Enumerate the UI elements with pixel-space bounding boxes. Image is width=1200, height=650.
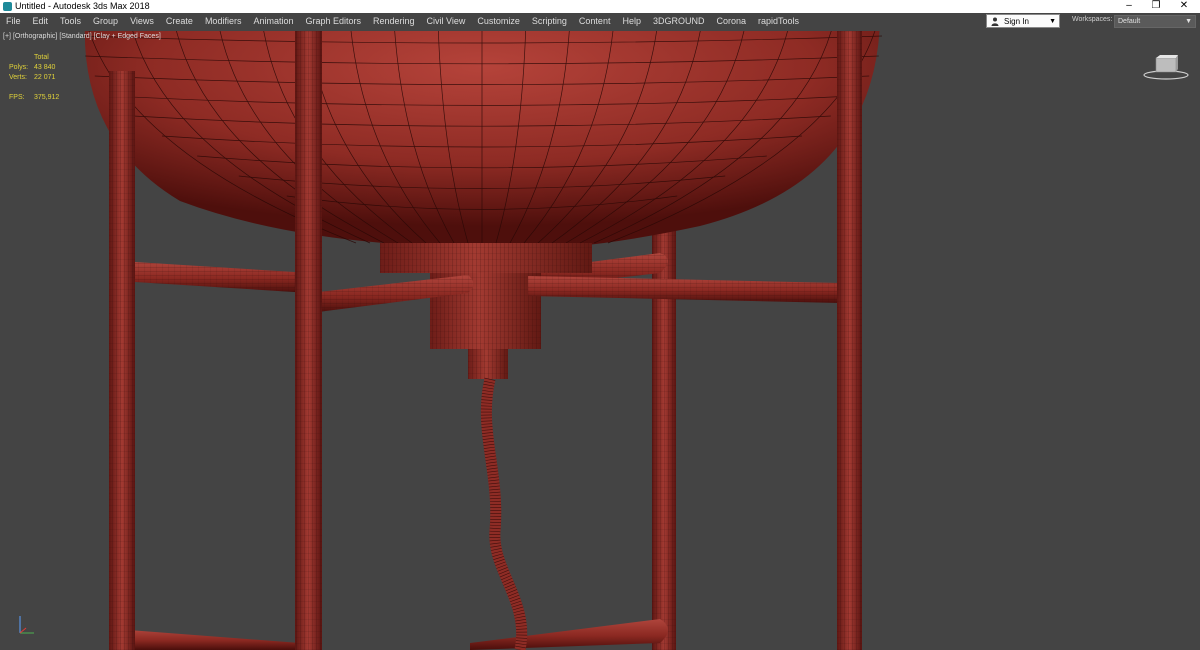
menu-civil-view[interactable]: Civil View: [421, 13, 472, 30]
viewcube-icon[interactable]: [1143, 55, 1189, 80]
minimize-button[interactable]: –: [1116, 0, 1142, 13]
power-cord: [480, 377, 528, 650]
workspaces-label: Workspaces:: [1072, 16, 1113, 23]
viewport-plus-menu[interactable]: [+]: [3, 33, 11, 40]
menu-scripting[interactable]: Scripting: [526, 13, 573, 30]
menu-file[interactable]: File: [0, 13, 27, 30]
chevron-down-icon: ▼: [1049, 18, 1056, 25]
verts-value: 22 071: [34, 74, 56, 81]
front-left-leg: [109, 71, 135, 650]
menu-create[interactable]: Create: [160, 13, 199, 30]
menu-edit[interactable]: Edit: [27, 13, 55, 30]
menu-rendering[interactable]: Rendering: [367, 13, 421, 30]
menu-help[interactable]: Help: [616, 13, 647, 30]
perspective-viewport[interactable]: [+] [Orthographic] [Standard] [Clay + Edged…: [0, 31, 1200, 650]
polys-value: 43 840: [34, 64, 56, 71]
user-icon: [991, 17, 999, 26]
chevron-down-icon: ▼: [1185, 18, 1192, 25]
menu-bar: File Edit Tools Group Views Create Modifiers An…: [0, 13, 1200, 30]
menu-items: File Edit Tools Group Views Create Modifiers An…: [0, 13, 805, 30]
menu-corona[interactable]: Corona: [710, 13, 752, 30]
menu-tools[interactable]: Tools: [54, 13, 87, 30]
front-center-leg: [295, 31, 322, 650]
stats-total-label: Total: [34, 54, 49, 61]
polys-label: Polys:: [9, 64, 29, 71]
app-icon: [3, 2, 12, 11]
workspaces-value: Default: [1118, 18, 1141, 25]
menu-graph-editors[interactable]: Graph Editors: [299, 13, 367, 30]
viewport-point-of-view-menu[interactable]: [Orthographic]: [13, 33, 57, 40]
verts-label: Verts:: [9, 74, 27, 81]
menu-modifiers[interactable]: Modifiers: [199, 13, 248, 30]
fps-value: 375,912: [34, 94, 60, 101]
workspaces-select[interactable]: Default ▼: [1114, 15, 1196, 28]
axis-tripod-icon: [19, 616, 34, 634]
menu-customize[interactable]: Customize: [471, 13, 526, 30]
menu-animation[interactable]: Animation: [247, 13, 299, 30]
menu-3dground[interactable]: 3DGROUND: [647, 13, 711, 30]
viewport-standard-menu[interactable]: [Standard]: [59, 33, 91, 40]
sphere-body: [81, 31, 883, 250]
front-right-leg: [837, 31, 862, 650]
title-bar: Untitled - Autodesk 3ds Max 2018 – ❐ ✕: [0, 0, 1200, 13]
sign-in-dropdown[interactable]: Sign In ▼: [986, 14, 1060, 28]
sign-in-label: Sign In: [1004, 17, 1029, 26]
viewport-shading-menu[interactable]: [Clay + Edged Faces]: [94, 33, 161, 40]
scene-render: [19, 31, 1189, 650]
menu-group[interactable]: Group: [87, 13, 124, 30]
restore-button[interactable]: ❐: [1143, 0, 1169, 13]
menu-content[interactable]: Content: [573, 13, 617, 30]
fps-label: FPS:: [9, 94, 25, 101]
menu-views[interactable]: Views: [124, 13, 160, 30]
menu-rapidtools[interactable]: rapidTools: [752, 13, 805, 30]
neck-assembly: [380, 243, 592, 379]
viewport-label-menu: [+] [Orthographic] [Standard] [Clay + Edged…: [3, 33, 161, 40]
window-title: Untitled - Autodesk 3ds Max 2018: [15, 1, 150, 11]
close-button[interactable]: ✕: [1171, 0, 1197, 13]
